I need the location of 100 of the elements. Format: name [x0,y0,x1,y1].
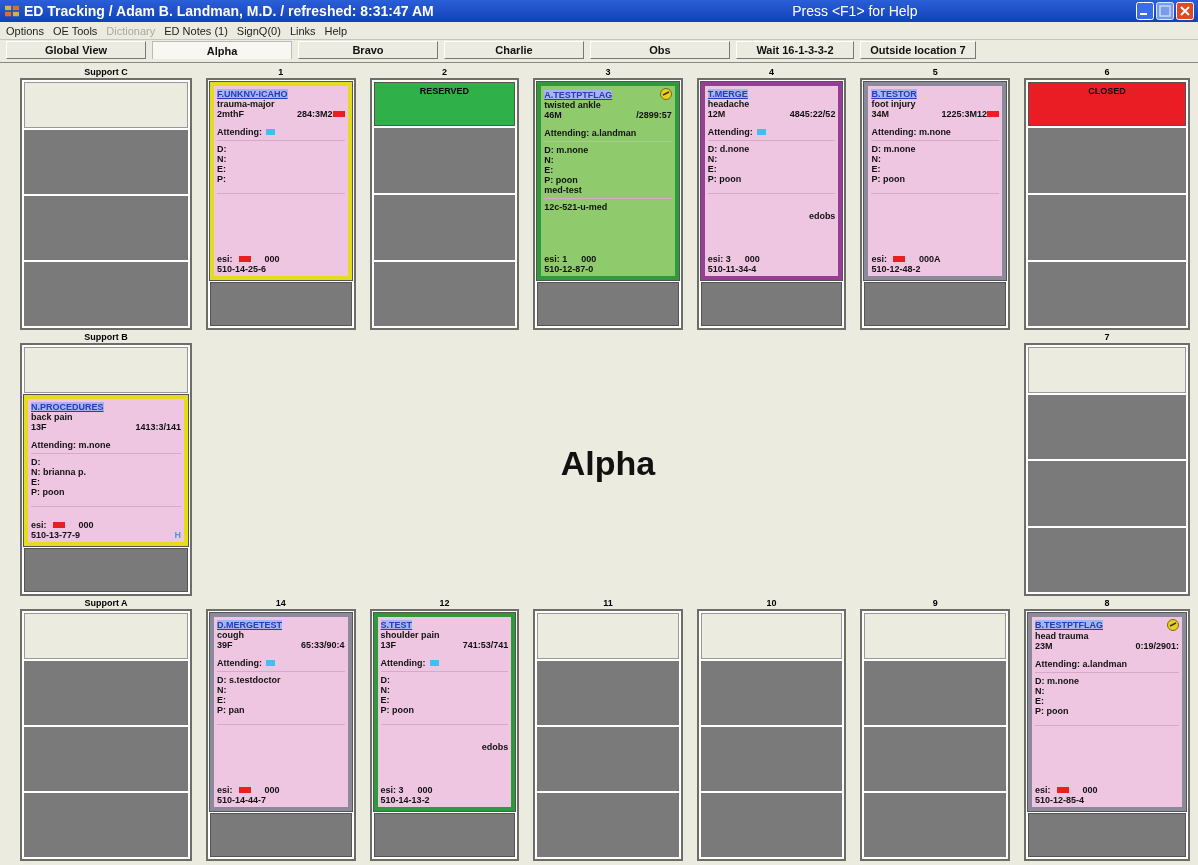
staff-line: P: poon [544,175,579,185]
status-header: CLOSED [1028,82,1186,126]
record-number: 510-12-87-0 [544,264,594,275]
bed-label: 4 [769,67,775,78]
bed-slot[interactable] [20,608,192,861]
attending-text: Attending: a.landman [544,128,637,138]
esi-label: esi: 3 [707,254,731,265]
patient-name-link[interactable]: F.UNKNV-ICAHO [217,89,288,99]
patient-card[interactable]: N.PROCEDURES back pain 13F 1413:3/141 Attending: m.none D: N: brianna p. E: P: poon esi: 000 510-13-77-9 H [24,395,188,546]
patient-card[interactable]: B.TESTPTFLAG head trauma 23M 0:19/2901: Attending: a.landman D: m.none N: E: P: poon esi: 000 510-12-85-4 [1028,612,1186,811]
menu-item[interactable]: OE Tools [52,24,98,37]
tab[interactable]: Outside location 7 [860,41,976,59]
note-text: 12c-521-u-med [544,202,609,212]
menu-item[interactable]: Options [6,24,44,37]
esi-code: 000 [417,785,433,795]
bed-slot[interactable]: B.TESTOR foot injury 34M 1225:3M12 Attending: m.none D: m.none N: E: P: poon esi: 000A 510-12-48-2 [860,78,1010,331]
staff-line: N: [544,155,555,165]
complaint-text: cough [217,629,245,640]
staff-line: E: [871,164,882,174]
bed-slot[interactable]: A.TESTPTFLAG twisted ankle 46M /2899:57 Attending: a.landman D: m.none N: E: P: poon med-test 12c-521-u-med esi: 1 000 510-12-87-0 [533,78,683,331]
patient-card[interactable]: F.UNKNV-ICAHO trauma-major 2mthF 284:3M2 Attending: D: N: E: P: esi: 000 510-14-25-6 [210,82,352,281]
time-text: 284:3M2 [297,109,333,119]
bed-label: 11 [603,597,613,609]
staff-line: E: [217,164,227,174]
time-text: /2899:57 [636,110,672,120]
time-text: 741:53/741 [462,639,509,650]
esi-code: 000 [264,785,280,795]
staff-line: E: [31,477,41,488]
complaint-text: shoulder pain [380,629,441,640]
patient-card[interactable]: S.TEST shoulder pain 13F 741:53/741 Attending: D: N: E: P: poon edobs esi: 3 000 510-14-13-2 [373,612,516,811]
bed-slot[interactable]: F.UNKNV-ICAHO trauma-major 2mthF 284:3M2 Attending: D: N: E: P: esi: 000 510-14-25-6 [206,78,356,331]
note-text: edobs [481,741,509,752]
staff-line: N: [217,154,228,164]
staff-line: N: [871,154,882,164]
staff-line: D: [31,457,42,468]
complaint-text: head trauma [1035,630,1090,641]
staff-line: D: s.testdoctor [217,674,282,685]
menu-item[interactable]: Links [289,24,316,37]
tab[interactable]: Charlie [444,41,584,59]
menu-item[interactable]: ED Notes (1) [164,24,228,37]
patient-name-link[interactable]: S.TEST [380,619,413,630]
bed-label: Support C [84,67,128,78]
area-title: Alpha [560,444,656,484]
patient-name-link[interactable]: D.MERGETEST [217,619,282,630]
record-number: 510-14-13-2 [380,795,430,805]
close-button[interactable] [1176,2,1194,20]
esi-code: 000 [78,519,94,530]
patient-card[interactable]: D.MERGETEST cough 39F 65:33/90:4 Attending: D: s.testdoctor N: E: P: pan esi: 000 510-14-44-7 [210,612,352,811]
esi-label: esi: [1035,785,1051,795]
staff-line: P: poon [871,174,906,184]
bed-slot[interactable]: N.PROCEDURES back pain 13F 1413:3/141 Attending: m.none D: N: brianna p. E: P: poon esi: 000 510-13-77-9 H [20,343,192,596]
patient-name-link[interactable]: B.TESTPTFLAG [1035,620,1103,631]
time-text: 4845:22/52 [789,109,836,119]
window-title: ED Tracking / Adam B. Landman, M.D. / refreshed: 8:31:47 AM [24,3,434,19]
esi-label: esi: [871,254,887,265]
menu-item[interactable]: SignQ(0) [236,24,281,37]
staff-line: N: [707,154,719,164]
minimize-button[interactable] [1136,2,1154,20]
staff-line: D: [217,144,228,154]
tab[interactable]: Alpha [152,41,292,59]
staff-line: med-test [544,185,583,195]
bed-slot[interactable] [860,608,1010,861]
bed-label: 9 [932,597,938,609]
menu-item[interactable]: Help [324,24,348,37]
attending-text: Attending: [217,657,262,668]
bed-slot[interactable]: S.TEST shoulder pain 13F 741:53/741 Attending: D: N: E: P: poon edobs esi: 3 000 510-14-13-2 [369,608,520,861]
time-text: 0:19/2901: [1135,640,1179,651]
esi-label: esi: 1 [544,254,568,265]
bed-slot[interactable] [696,608,847,861]
staff-line: E: [544,165,555,175]
complaint-text: back pain [31,412,74,423]
attending-text: Attending: m.none [871,127,951,137]
bed-label: 1 [278,67,284,78]
tab[interactable]: Bravo [298,41,438,59]
patient-name-link[interactable]: A.TESTPTFLAG [544,89,613,100]
record-number: 510-14-44-7 [217,795,267,805]
bed-slot[interactable]: CLOSED [1024,78,1190,331]
staff-line: P: pan [217,704,246,715]
staff-line: D: m.none [544,145,590,155]
time-text: 1413:3/141 [135,422,181,433]
patient-card[interactable]: B.TESTOR foot injury 34M 1225:3M12 Attending: m.none D: m.none N: E: P: poon esi: 000A 510-12-48-2 [864,82,1006,281]
patient-card[interactable]: A.TESTPTFLAG twisted ankle 46M /2899:57 Attending: a.landman D: m.none N: E: P: poon med-test 12c-521-u-med esi: 1 000 510-12-87-0 [537,82,679,281]
bed-slot[interactable] [533,608,683,861]
esi-code: 000 [264,254,280,265]
staff-line: P: [217,174,227,184]
staff-line: D: d.none [707,144,751,154]
bed-label: 6 [1104,67,1110,78]
bed-slot[interactable]: RESERVED [369,78,520,331]
bed-slot[interactable]: D.MERGETEST cough 39F 65:33/90:4 Attending: D: s.testdoctor N: E: P: pan esi: 000 510-14-44-7 [206,608,356,861]
tab[interactable]: Obs [590,41,730,59]
attending-text: Attending: m.none [31,440,111,451]
bed-slot[interactable] [20,78,192,331]
bed-slot[interactable]: B.TESTPTFLAG head trauma 23M 0:19/2901: Attending: a.landman D: m.none N: E: P: poon esi: 000 510-12-85-4 [1024,608,1190,861]
tab[interactable]: Wait 16-1-3-3-2 [736,41,854,59]
tab[interactable]: Global View [6,41,146,59]
patient-name-link[interactable]: B.TESTOR [871,89,917,99]
staff-line: E: [1035,695,1045,706]
patient-name-link[interactable]: N.PROCEDURES [31,402,104,413]
staff-line: P: poon [707,174,743,184]
bed-slot[interactable] [1024,343,1190,596]
